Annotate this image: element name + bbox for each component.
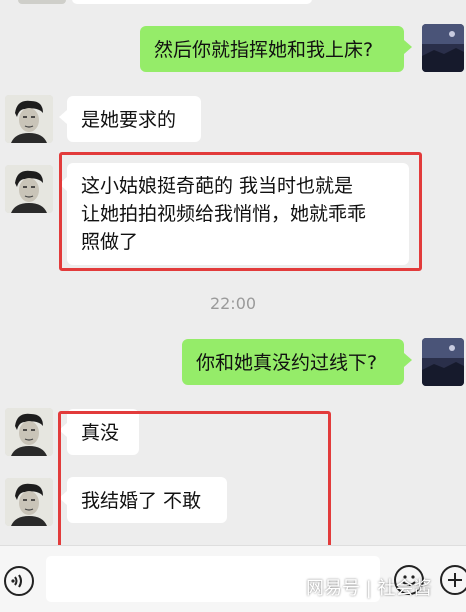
voice-icon[interactable] xyxy=(4,566,34,596)
watermark: 网易号 | 社会酱 xyxy=(306,578,432,599)
top-partial-bubble xyxy=(72,0,312,4)
message-text: 你和她真没约过线下? xyxy=(196,352,378,374)
self-avatar[interactable] xyxy=(422,24,464,72)
message-bubble-outgoing[interactable]: 你和她真没约过线下? xyxy=(182,339,412,385)
message-bubble-outgoing[interactable]: 然后你就指挥她和我上床? xyxy=(140,26,412,72)
timestamp: 22:00 xyxy=(209,294,257,313)
plus-icon[interactable] xyxy=(440,565,466,595)
highlight-box xyxy=(59,152,422,271)
contact-avatar[interactable] xyxy=(5,408,53,456)
contact-avatar[interactable] xyxy=(5,95,53,143)
contact-avatar[interactable] xyxy=(5,478,53,526)
message-text: 然后你就指挥她和我上床? xyxy=(154,39,374,61)
message-text: 是她要求的 xyxy=(81,109,177,131)
message-bubble-incoming[interactable]: 是她要求的 xyxy=(59,96,201,142)
top-partial-avatar xyxy=(18,0,66,4)
contact-avatar[interactable] xyxy=(5,165,53,213)
highlight-box xyxy=(58,411,331,567)
self-avatar[interactable] xyxy=(422,338,464,386)
